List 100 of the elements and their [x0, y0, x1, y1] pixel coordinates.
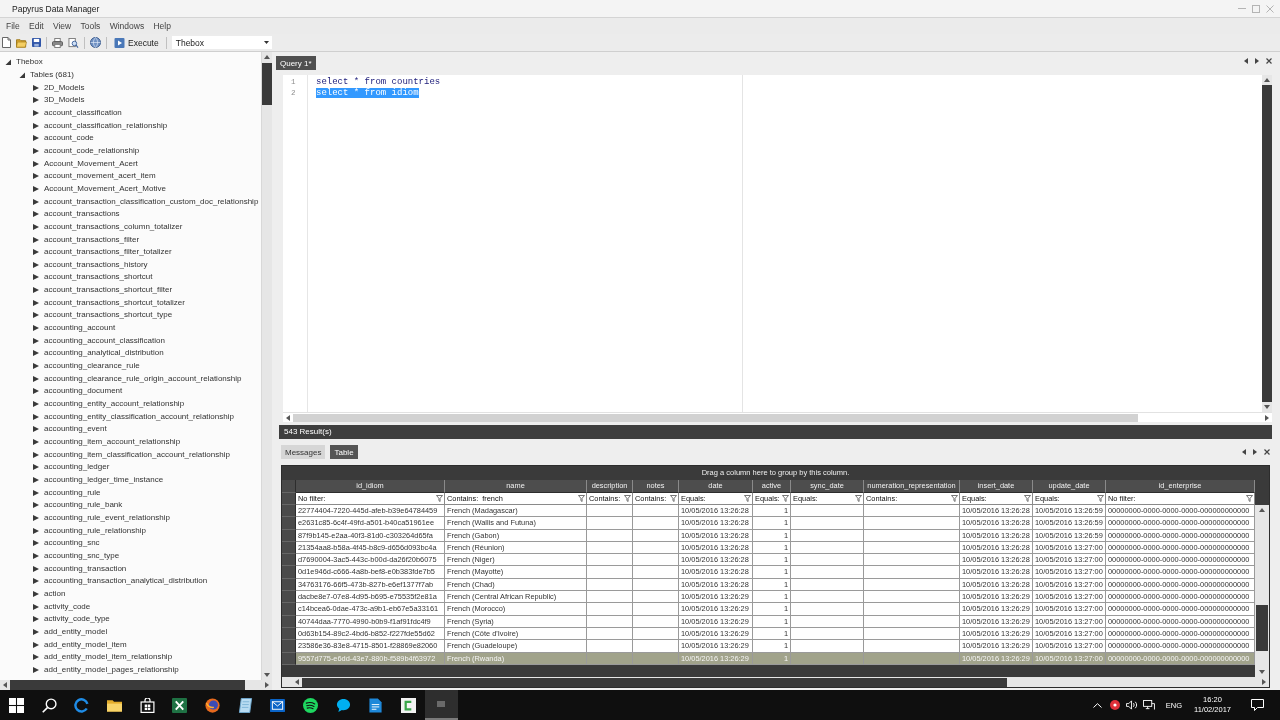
funnel-icon[interactable] [1246, 495, 1253, 502]
tree-item[interactable]: accounting_item_classification_account_relationship [44, 449, 230, 460]
triangle-right-icon[interactable] [33, 603, 39, 610]
triangle-right-icon[interactable] [33, 261, 39, 268]
tree-item[interactable]: accounting_account [44, 323, 116, 334]
triangle-right-icon[interactable] [33, 514, 39, 521]
funnel-icon[interactable] [624, 495, 631, 502]
triangle-right-icon[interactable] [33, 401, 39, 408]
notepad-icon[interactable] [237, 697, 253, 713]
triangle-right-icon[interactable] [33, 628, 39, 635]
scrollbar[interactable] [1255, 505, 1269, 677]
triangle-right-icon[interactable] [33, 388, 39, 395]
triangle-right-icon[interactable] [33, 527, 39, 534]
cross-tile-icon[interactable] [172, 697, 188, 713]
scroll-down-icon[interactable] [1264, 405, 1270, 409]
tree-item[interactable]: add_entity_model [44, 626, 108, 637]
tree-item[interactable]: accounting_rule_event_relationship [44, 512, 170, 523]
tree-item[interactable]: account_transactions [44, 209, 120, 220]
chat-bubble-icon[interactable] [335, 697, 351, 713]
tree-item[interactable]: accounting_event [44, 424, 107, 435]
triangle-right-icon[interactable] [33, 84, 39, 91]
tree-item[interactable]: 2D_Models [44, 82, 85, 93]
tree-item[interactable]: account_movement_acert_item [44, 171, 156, 182]
triangle-right-icon[interactable] [33, 135, 39, 142]
row-header[interactable] [282, 591, 296, 604]
triangle-right-icon[interactable] [33, 464, 39, 471]
triangle-right-icon[interactable] [33, 502, 39, 509]
menu-item[interactable]: Help [153, 20, 171, 32]
scroll-left-icon[interactable] [3, 682, 7, 688]
shopping-bag-icon[interactable] [139, 697, 155, 713]
triangle-right-icon[interactable] [33, 325, 39, 332]
scroll-left-icon[interactable] [295, 679, 299, 685]
triangle-right-icon[interactable] [33, 666, 39, 673]
triangle-right-icon[interactable] [33, 375, 39, 382]
print-icon[interactable] [52, 37, 63, 48]
tree-item[interactable]: account_transactions_history [44, 259, 148, 270]
crescent-globe-icon[interactable] [204, 697, 220, 713]
triangle-right-icon[interactable] [33, 236, 39, 243]
sound-waves-icon[interactable] [303, 697, 319, 713]
triangle-right-icon[interactable] [33, 211, 39, 218]
funnel-icon[interactable] [670, 495, 677, 502]
triangle-right-icon[interactable] [33, 109, 39, 116]
bracket-tile-icon[interactable] [401, 697, 417, 713]
tree-item[interactable]: activity_code_type [44, 614, 110, 625]
tree-item[interactable]: accounting_clearance_rule_origin_account_relationship [44, 373, 242, 384]
row-header[interactable] [282, 566, 296, 579]
triangle-down-icon[interactable] [19, 72, 25, 78]
tree-item[interactable]: accounting_ledger_time_instance [44, 475, 164, 485]
tree-item[interactable]: add_entity_model_item_relationship [44, 652, 173, 663]
tree-item[interactable]: Tables (681) [30, 70, 75, 80]
triangle-down-icon[interactable] [5, 59, 11, 66]
query-tab[interactable]: Query 1* [276, 56, 316, 70]
tree-item[interactable]: account_transactions_shortcut_totalizer [44, 297, 185, 308]
tree-item[interactable]: accounting_snc [44, 538, 100, 549]
triangle-right-icon[interactable] [33, 337, 39, 344]
triangle-right-icon[interactable] [33, 312, 39, 319]
result-tab[interactable]: Table [330, 445, 358, 459]
execute-button[interactable]: Execute [112, 36, 161, 49]
triangle-right-icon[interactable] [33, 654, 39, 661]
scroll-right-icon[interactable] [1265, 414, 1269, 421]
scrollbar[interactable] [282, 677, 1269, 687]
tab-left-icon[interactable] [1244, 58, 1248, 64]
tree-item[interactable]: account_transaction_classification_custom_doc_relationship [44, 196, 259, 207]
folder-icon[interactable] [106, 697, 122, 713]
scroll-up-icon[interactable] [1259, 508, 1265, 512]
tree-item[interactable]: accounting_account_classification [44, 335, 165, 346]
document-icon[interactable] [368, 697, 384, 713]
tree-item[interactable]: account_transactions_filter [44, 234, 140, 245]
triangle-right-icon[interactable] [33, 578, 39, 585]
funnel-icon[interactable] [951, 495, 958, 502]
triangle-right-icon[interactable] [33, 451, 39, 458]
tree-item[interactable]: accounting_entity_account_relationship [44, 399, 185, 410]
tree-item[interactable]: account_classification_relationship [44, 120, 168, 131]
triangle-right-icon[interactable] [33, 439, 39, 445]
triangle-right-icon[interactable] [33, 185, 39, 192]
tab-right-icon[interactable] [1255, 58, 1259, 64]
funnel-icon[interactable] [1097, 495, 1104, 502]
triangle-right-icon[interactable] [33, 173, 39, 180]
close-icon[interactable] [1266, 58, 1272, 64]
tree-item[interactable]: accounting_transaction [44, 563, 127, 574]
menu-item[interactable]: Windows [109, 20, 145, 32]
scroll-right-icon[interactable] [265, 682, 269, 688]
triangle-right-icon[interactable] [33, 363, 39, 370]
tree-item[interactable]: account_transactions_filter_totalizer [44, 247, 172, 258]
search-icon[interactable] [41, 697, 57, 713]
tree-item[interactable]: Account_Movement_Acert [44, 158, 138, 169]
tree-item[interactable]: add_entity_model_pages_relationship [44, 664, 179, 675]
triangle-right-icon[interactable] [33, 147, 39, 154]
funnel-icon[interactable] [578, 495, 585, 502]
tree-item[interactable]: account_transactions_column_totalizer [44, 221, 183, 232]
scrollbar[interactable] [283, 412, 1272, 422]
tree-item[interactable]: accounting_item_account_relationship [44, 437, 181, 447]
triangle-right-icon[interactable] [33, 641, 39, 648]
tab-right-icon[interactable] [1253, 449, 1257, 455]
triangle-right-icon[interactable] [33, 616, 39, 623]
triangle-right-icon[interactable] [33, 426, 39, 433]
alert-circle-icon[interactable] [1109, 700, 1120, 710]
tree-item[interactable]: accounting_snc_type [44, 550, 120, 561]
taskbar-window-button[interactable] [424, 690, 458, 720]
close-icon[interactable] [1264, 449, 1270, 455]
